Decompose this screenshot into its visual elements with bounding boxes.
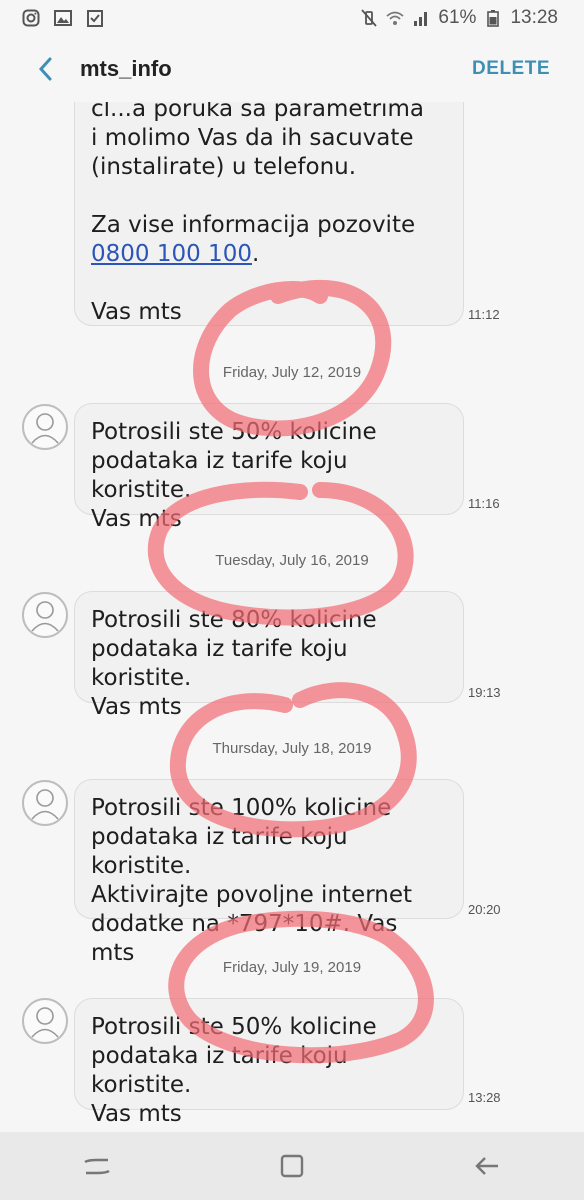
message-line: Potrosili ste 80% kolicine bbox=[91, 607, 377, 633]
message-line: Aktivirajte povoljne internet bbox=[91, 882, 412, 908]
message-time: 13:28 bbox=[468, 1090, 501, 1105]
message-line: Za vise informacija pozovite bbox=[91, 212, 416, 238]
contact-icon bbox=[31, 789, 59, 820]
back-button[interactable] bbox=[32, 56, 58, 82]
status-left-icons bbox=[22, 9, 104, 27]
delete-button[interactable]: DELETE bbox=[472, 58, 550, 80]
clock: 13:28 bbox=[510, 7, 558, 28]
message-list[interactable]: cl...a poruka sa parametrima i molimo Va… bbox=[0, 102, 584, 1132]
gallery-icon bbox=[54, 10, 72, 26]
message-line: podataka iz tarife koju koristite. bbox=[91, 636, 348, 691]
conversation-header: mts_info DELETE bbox=[0, 36, 584, 102]
date-separator: Friday, July 12, 2019 bbox=[222, 364, 362, 381]
message-line: Potrosili ste 50% kolicine bbox=[91, 1014, 377, 1040]
message-time: 19:13 bbox=[468, 685, 501, 700]
contact-icon bbox=[31, 601, 59, 632]
date-separator: Friday, July 19, 2019 bbox=[222, 959, 362, 976]
back-nav-button[interactable] bbox=[467, 1146, 507, 1186]
message-bubble[interactable]: Potrosili ste 80% kolicine podataka iz t… bbox=[74, 591, 464, 720]
mute-vibrate-icon bbox=[361, 9, 378, 27]
message-line: cl...a poruka sa parametrima bbox=[91, 102, 424, 122]
message-line: podataka iz tarife koju koristite. bbox=[91, 1043, 348, 1098]
phone-link[interactable]: 0800 100 100 bbox=[91, 241, 252, 267]
avatar[interactable] bbox=[22, 404, 68, 450]
message-line: podataka iz tarife koju koristite. bbox=[91, 824, 348, 879]
message-line: podataka iz tarife koju koristite. bbox=[91, 448, 348, 503]
battery-icon bbox=[487, 10, 500, 27]
message-bubble[interactable]: Potrosili ste 100% kolicine podataka iz … bbox=[74, 779, 464, 966]
message-signature: Vas mts bbox=[91, 299, 182, 325]
message-line: (instalirate) u telefonu. bbox=[91, 154, 357, 180]
conversation-title: mts_info bbox=[80, 56, 172, 81]
message-line: Potrosili ste 100% kolicine bbox=[91, 795, 392, 821]
navigation-bar bbox=[0, 1132, 584, 1200]
message-line: Vas mts bbox=[91, 694, 182, 720]
recent-apps-icon bbox=[84, 1158, 110, 1175]
message-time: 11:12 bbox=[468, 307, 500, 322]
message-line: 0800 100 100. bbox=[91, 240, 447, 269]
avatar[interactable] bbox=[22, 592, 68, 638]
battery-percent: 61% bbox=[438, 7, 477, 28]
message-bubble[interactable]: Potrosili ste 50% kolicine podataka iz t… bbox=[74, 998, 464, 1127]
wifi-icon bbox=[386, 11, 405, 25]
avatar[interactable] bbox=[22, 780, 68, 826]
messages-screen: 61% 13:28 mts_info DELETE cl...a poruka … bbox=[0, 0, 584, 1200]
signal-icon bbox=[414, 12, 428, 26]
date-separator: Thursday, July 18, 2019 bbox=[212, 740, 372, 757]
status-right-icons: 61% 13:28 bbox=[360, 7, 558, 29]
message-time: 11:16 bbox=[468, 496, 500, 511]
checklist-icon bbox=[87, 10, 103, 27]
home-button[interactable] bbox=[272, 1146, 312, 1186]
back-icon bbox=[474, 1157, 498, 1175]
message-time: 20:20 bbox=[468, 902, 501, 917]
status-bar: 61% 13:28 bbox=[0, 0, 584, 36]
message-line: Vas mts bbox=[91, 506, 182, 532]
message-line: Vas mts bbox=[91, 1101, 182, 1127]
home-icon bbox=[280, 1154, 304, 1178]
message-bubble[interactable]: cl...a poruka sa parametrima i molimo Va… bbox=[74, 102, 464, 326]
recent-apps-button[interactable] bbox=[77, 1146, 117, 1186]
chevron-left-icon bbox=[38, 57, 52, 81]
instagram-icon bbox=[22, 9, 40, 27]
message-line: i molimo Vas da ih sacuvate bbox=[91, 125, 414, 151]
punctuation: . bbox=[251, 241, 260, 267]
contact-icon bbox=[31, 1007, 59, 1038]
message-bubble[interactable]: Potrosili ste 50% kolicine podataka iz t… bbox=[74, 403, 464, 532]
avatar[interactable] bbox=[22, 998, 68, 1044]
contact-icon bbox=[31, 413, 59, 444]
date-separator: Tuesday, July 16, 2019 bbox=[215, 552, 369, 569]
message-line: Potrosili ste 50% kolicine bbox=[91, 419, 377, 445]
